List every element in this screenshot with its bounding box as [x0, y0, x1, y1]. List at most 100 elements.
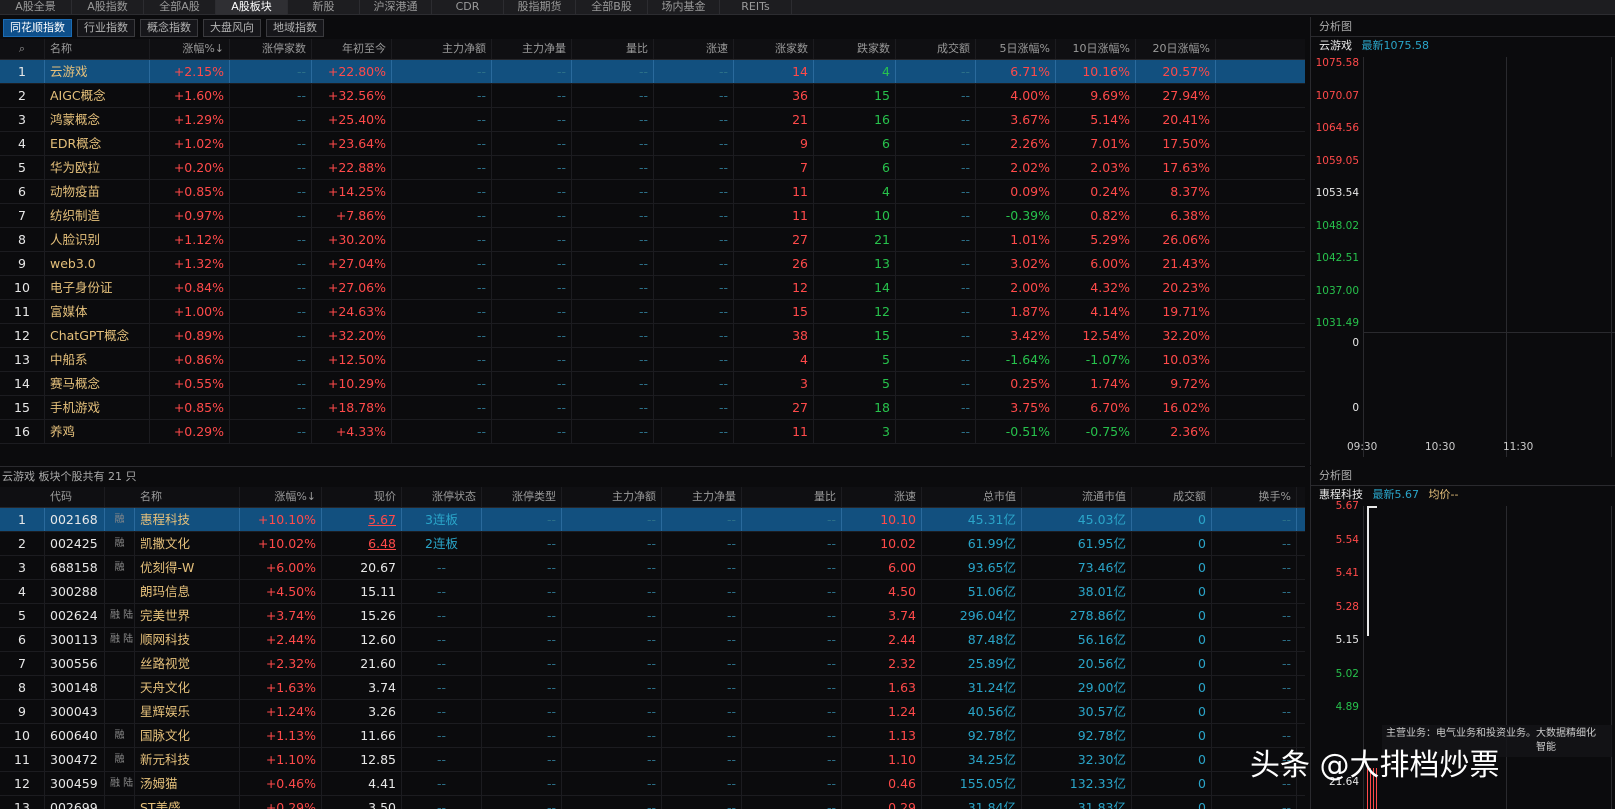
sector-col-header[interactable]: 年初至今 — [312, 39, 392, 59]
stock-cell-chg: +2.32% — [240, 652, 322, 675]
stock-row[interactable]: 2 002425 融凯撒文化 +10.02% 6.48 2连板 -- -- -- -- 10.02 6… — [0, 532, 1305, 556]
stock-cell-spd: 4.50 — [842, 580, 922, 603]
stock-row[interactable]: 9 300043 星辉娱乐 +1.24% 3.26 -- -- -- -- -- 1.24 40.56… — [0, 700, 1305, 724]
sector-col-header[interactable]: 成交额 — [896, 39, 976, 59]
search-icon[interactable]: ⌕ — [0, 39, 45, 59]
sector-cell-lim: -- — [230, 60, 312, 83]
sector-cell-vr: -- — [572, 108, 654, 131]
tab-market-10[interactable]: 场内基金 — [648, 0, 720, 15]
tab-market-7[interactable]: CDR — [432, 0, 504, 15]
tab-market-11[interactable]: REITs — [720, 0, 792, 15]
tab-market-9[interactable]: 全部B股 — [576, 0, 648, 15]
stock-row[interactable]: 5 002624 融 陆完美世界 +3.74% 15.26 -- -- -- -- -- 3.74 2… — [0, 604, 1305, 628]
sector-col-header[interactable]: 5日涨幅% — [976, 39, 1056, 59]
sector-col-header[interactable]: 涨停家数 — [230, 39, 312, 59]
analysis-chart-top: 分析图 云游戏 最新1075.58 1075.58 1070.07 1064.56 1… — [1310, 17, 1615, 465]
sector-row[interactable]: 6 动物疫苗 +0.85% -- +14.25% -- -- -- -- 11 4 -- 0.09% 0.… — [0, 180, 1305, 204]
sector-cell-d10: 5.14% — [1056, 108, 1136, 131]
sector-cell-ytd: +27.06% — [312, 276, 392, 299]
tab-market-6[interactable]: 沪深港通 — [360, 0, 432, 15]
stock-col-header[interactable]: 总市值 — [922, 487, 1022, 507]
stock-col-header[interactable]: 名称 — [135, 487, 240, 507]
sector-cell-spd: -- — [654, 396, 734, 419]
sector-row[interactable]: 10 电子身份证 +0.84% -- +27.06% -- -- -- -- 12 14 -- 2.00… — [0, 276, 1305, 300]
subtab-5[interactable]: 地域指数 — [266, 18, 324, 37]
tab-market-8[interactable]: 股指期货 — [504, 0, 576, 15]
stock-row[interactable]: 10 600640 融国脉文化 +1.13% 11.66 -- -- -- -- -- 1.13 92… — [0, 724, 1305, 748]
stock-row[interactable]: 12 300459 融 陆汤姆猫 +0.46% 4.41 -- -- -- -- -- 0.46 15… — [0, 772, 1305, 796]
stock-cell-n: 9 — [0, 700, 45, 723]
stock-col-header[interactable]: 涨停状态 — [402, 487, 482, 507]
tab-market-4[interactable]: A股板块 — [216, 0, 288, 15]
stock-col-header[interactable]: 主力净额 — [562, 487, 662, 507]
sector-cell-d5: 2.02% — [976, 156, 1056, 179]
stock-col-header[interactable]: 流通市值 — [1022, 487, 1132, 507]
stock-cell-cap: 51.06亿 — [922, 580, 1022, 603]
stock-col-header[interactable]: 主力净量 — [662, 487, 742, 507]
stock-col-header[interactable]: 代码 — [45, 487, 105, 507]
stock-cell-typ: -- — [482, 508, 562, 531]
subtab-1[interactable]: 同花顺指数 — [3, 18, 72, 37]
tab-market-5[interactable]: 新股 — [288, 0, 360, 15]
sector-cell-nf: -- — [392, 108, 492, 131]
stock-row[interactable]: 3 688158 融优刻得-W +6.00% 20.67 -- -- -- -- -- 6.00 93… — [0, 556, 1305, 580]
sector-col-header[interactable]: 主力净额 — [392, 39, 492, 59]
stock-row[interactable]: 1 002168 融惠程科技 +10.10% 5.67 3连板 -- -- -- -- 10.10 4… — [0, 508, 1305, 532]
stock-cell-typ: -- — [482, 532, 562, 555]
sector-cell-up: 11 — [734, 180, 814, 203]
tab-market-1[interactable]: A股全景 — [0, 0, 72, 15]
stock-col-header[interactable]: 量比 — [742, 487, 842, 507]
sector-row[interactable]: 13 中船系 +0.86% -- +12.50% -- -- -- -- 4 5 -- -1.64% -1… — [0, 348, 1305, 372]
stock-row[interactable]: 13 002699 ST美盛 +0.29% 3.50 -- -- -- -- -- 0.29 31.8… — [0, 796, 1305, 809]
sector-cell-amt: -- — [896, 156, 976, 179]
sector-row[interactable]: 5 华为欧拉 +0.20% -- +22.88% -- -- -- -- 7 6 -- 2.02% 2.0… — [0, 156, 1305, 180]
sector-col-header[interactable]: 量比 — [572, 39, 654, 59]
sector-cell-n: 13 — [0, 348, 45, 371]
sector-col-header[interactable]: 20日涨幅% — [1136, 39, 1216, 59]
sector-row[interactable]: 14 赛马概念 +0.55% -- +10.29% -- -- -- -- 3 5 -- 0.25% 1.… — [0, 372, 1305, 396]
sector-col-header[interactable]: 跌家数 — [814, 39, 896, 59]
stock-row[interactable]: 8 300148 天舟文化 +1.63% 3.74 -- -- -- -- -- 1.63 31.24… — [0, 676, 1305, 700]
sector-row[interactable]: 8 人脸识别 +1.12% -- +30.20% -- -- -- -- 27 21 -- 1.01% 5… — [0, 228, 1305, 252]
sector-row[interactable]: 7 纺织制造 +0.97% -- +7.86% -- -- -- -- 11 10 -- -0.39% 0… — [0, 204, 1305, 228]
stock-row[interactable]: 7 300556 丝路视觉 +2.32% 21.60 -- -- -- -- -- 2.32 25.8… — [0, 652, 1305, 676]
sector-col-header[interactable]: 10日涨幅% — [1056, 39, 1136, 59]
y-tick-label: 5.02 — [1335, 667, 1359, 680]
sector-col-header[interactable]: 涨幅%↓ — [150, 39, 230, 59]
stock-cell-typ: -- — [482, 796, 562, 809]
stock-col-header[interactable]: 涨幅%↓ — [240, 487, 322, 507]
sector-row[interactable]: 12 ChatGPT概念 +0.89% -- +32.20% -- -- -- -- 38 15 --… — [0, 324, 1305, 348]
sector-col-header[interactable]: 名称 — [45, 39, 150, 59]
stock-row[interactable]: 6 300113 融 陆顺网科技 +2.44% 12.60 -- -- -- -- -- 2.44 8… — [0, 628, 1305, 652]
stock-col-header[interactable]: 成交额 — [1132, 487, 1212, 507]
sector-row[interactable]: 2 AIGC概念 +1.60% -- +32.56% -- -- -- -- 36 15 -- 4.00… — [0, 84, 1305, 108]
sector-col-header[interactable]: 涨家数 — [734, 39, 814, 59]
stock-row[interactable]: 11 300472 融新元科技 +1.10% 12.85 -- -- -- -- -- 1.10 34… — [0, 748, 1305, 772]
stock-col-header[interactable]: 现价 — [322, 487, 402, 507]
sector-row[interactable]: 4 EDR概念 +1.02% -- +23.64% -- -- -- -- 9 6 -- 2.26% 7.… — [0, 132, 1305, 156]
sector-row[interactable]: 16 养鸡 +0.29% -- +4.33% -- -- -- -- 11 3 -- -0.51% -0.… — [0, 420, 1305, 444]
stock-col-header[interactable]: 换手% — [1212, 487, 1297, 507]
sector-row[interactable]: 3 鸿蒙概念 +1.29% -- +25.40% -- -- -- -- 21 16 -- 3.67% 5… — [0, 108, 1305, 132]
sector-row[interactable]: 1 云游戏 +2.15% -- +22.80% -- -- -- -- 14 4 -- 6.71% 10.… — [0, 60, 1305, 84]
sector-row[interactable]: 11 富媒体 +1.00% -- +24.63% -- -- -- -- 15 12 -- 1.87% 4… — [0, 300, 1305, 324]
y-tick-label: 1059.05 — [1315, 154, 1359, 167]
tab-market-3[interactable]: 全部A股 — [144, 0, 216, 15]
stock-col-header[interactable]: 涨停类型 — [482, 487, 562, 507]
sector-col-header[interactable]: 主力净量 — [492, 39, 572, 59]
stock-cell-amt: 0 — [1132, 532, 1212, 555]
tab-market-2[interactable]: A股指数 — [72, 0, 144, 15]
sector-cell-dn: 15 — [814, 84, 896, 107]
subtab-4[interactable]: 大盘风向 — [203, 18, 261, 37]
sector-row[interactable]: 15 手机游戏 +0.85% -- +18.78% -- -- -- -- 27 18 -- 3.75%… — [0, 396, 1305, 420]
subtab-2[interactable]: 行业指数 — [77, 18, 135, 37]
sector-col-header[interactable]: 涨速 — [654, 39, 734, 59]
sector-cell-lim: -- — [230, 252, 312, 275]
sector-cell-nv: -- — [492, 324, 572, 347]
stock-row[interactable]: 4 300288 朗玛信息 +4.50% 15.11 -- -- -- -- -- 4.50 51.0… — [0, 580, 1305, 604]
stock-col-header[interactable]: 涨速 — [842, 487, 922, 507]
sector-row[interactable]: 9 web3.0 +1.32% -- +27.04% -- -- -- -- 26 13 -- 3.02… — [0, 252, 1305, 276]
y-tick-label: 5.67 — [1335, 500, 1359, 512]
subtab-3[interactable]: 概念指数 — [140, 18, 198, 37]
sector-cell-spd: -- — [654, 108, 734, 131]
